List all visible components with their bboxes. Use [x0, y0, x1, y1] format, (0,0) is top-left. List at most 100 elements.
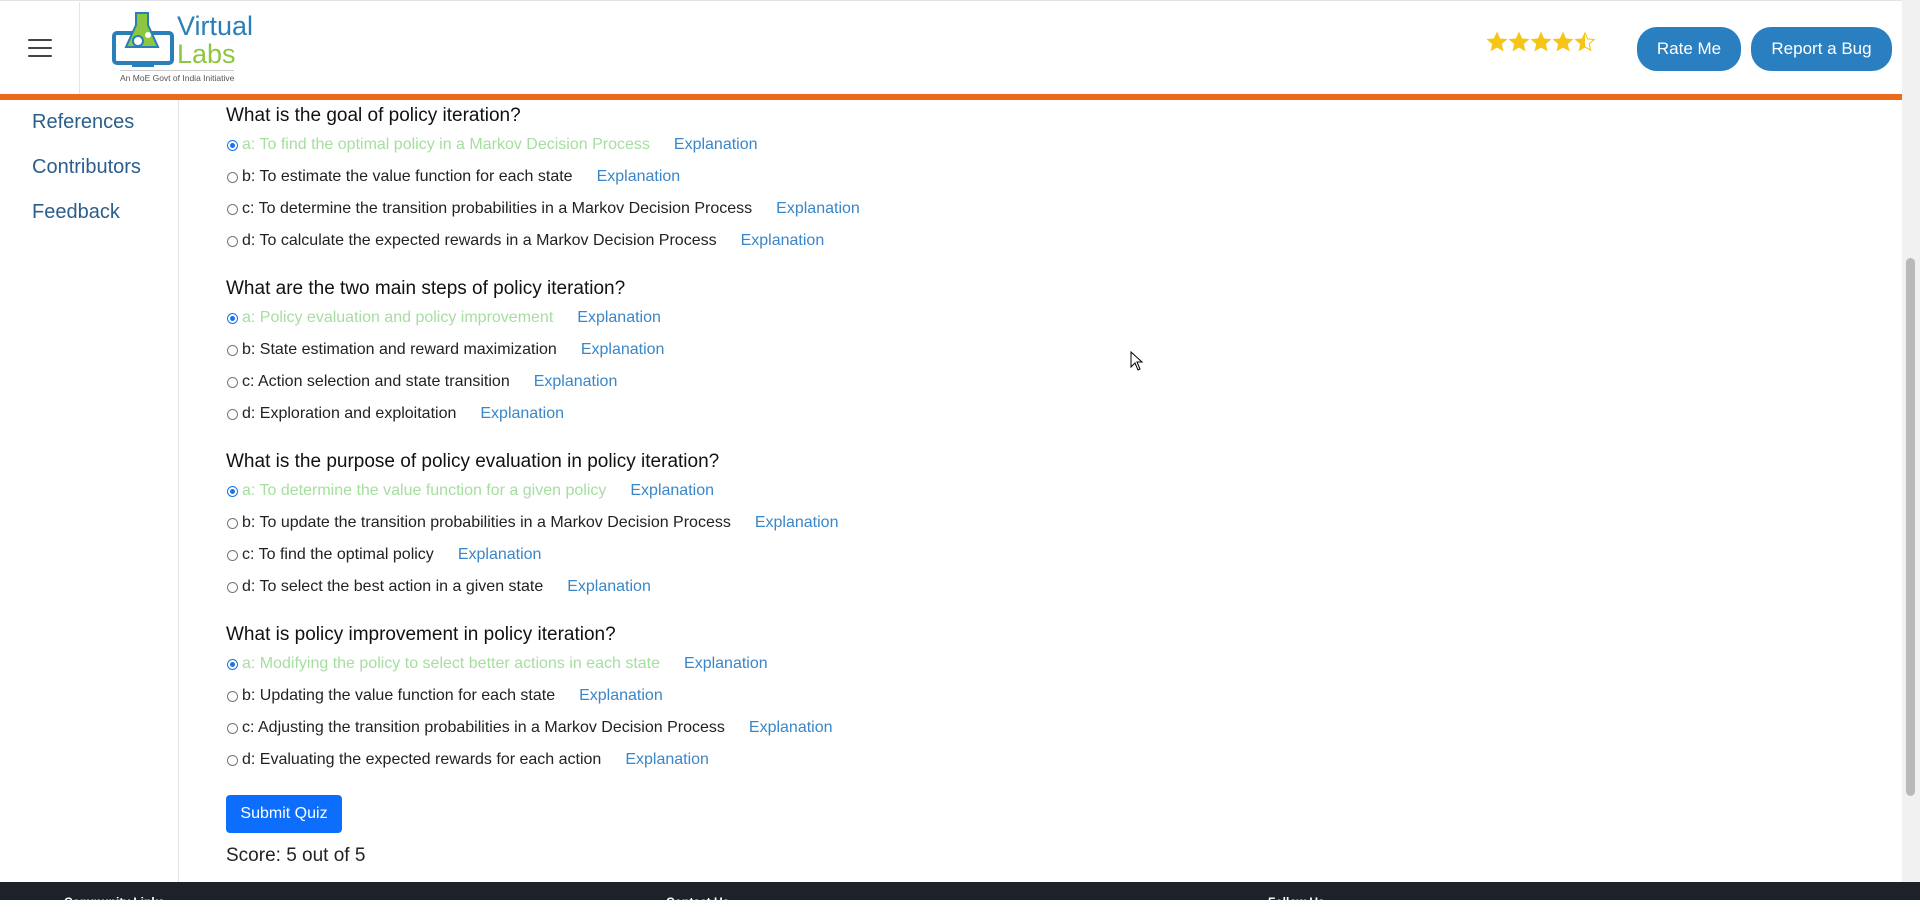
- answer-option: d: To calculate the expected rewards in …: [226, 225, 1626, 257]
- answer-radio[interactable]: [227, 485, 238, 497]
- sidebar-item-references[interactable]: References: [32, 111, 134, 134]
- star-icon[interactable]: [1530, 31, 1552, 53]
- answer-option: b: To estimate the value function for ea…: [226, 161, 1626, 193]
- question-list: What is the goal of policy iteration? a: …: [226, 103, 1626, 776]
- answer-radio[interactable]: [227, 203, 238, 215]
- quiz-question: What is policy improvement in policy ite…: [226, 622, 1626, 776]
- answer-option: a: Policy evaluation and policy improvem…: [226, 302, 1626, 334]
- score-text: Score: 5 out of 5: [226, 845, 366, 866]
- virtual-labs-logo[interactable]: Virtual Labs An MoE Govt of India Initia…: [110, 9, 255, 87]
- star-icon[interactable]: [1574, 31, 1596, 53]
- answer-radio[interactable]: [227, 408, 238, 420]
- explanation-link[interactable]: Explanation: [534, 373, 618, 391]
- answer-radio[interactable]: [227, 722, 238, 734]
- question-text: What is policy improvement in policy ite…: [226, 624, 616, 645]
- answer-radio[interactable]: [227, 235, 238, 247]
- answer-label[interactable]: d: Evaluating the expected rewards for e…: [242, 751, 601, 769]
- explanation-link[interactable]: Explanation: [480, 405, 564, 423]
- answer-option: a: Modifying the policy to select better…: [226, 648, 1626, 680]
- answer-label[interactable]: c: To determine the transition probabili…: [242, 200, 752, 218]
- answer-option: d: Evaluating the expected rewards for e…: [226, 744, 1626, 776]
- header-accent-bar: [0, 94, 1902, 100]
- answer-label[interactable]: c: To find the optimal policy: [242, 546, 434, 564]
- answer-label[interactable]: a: Policy evaluation and policy improvem…: [242, 309, 553, 327]
- sidebar: References Contributors Feedback: [0, 100, 179, 882]
- answer-option: c: Action selection and state transition…: [226, 366, 1626, 398]
- answer-radio[interactable]: [227, 581, 238, 593]
- hamburger-icon: [27, 33, 52, 63]
- explanation-link[interactable]: Explanation: [577, 309, 661, 327]
- answer-label[interactable]: a: Modifying the policy to select better…: [242, 655, 660, 673]
- page-scrollbar[interactable]: [1902, 0, 1920, 882]
- answer-option: a: To find the optimal policy in a Marko…: [226, 129, 1626, 161]
- answer-label[interactable]: b: To update the transition probabilitie…: [242, 514, 731, 532]
- answer-label[interactable]: a: To determine the value function for a…: [242, 482, 606, 500]
- report-bug-button[interactable]: Report a Bug: [1751, 27, 1892, 71]
- sidebar-item-feedback[interactable]: Feedback: [32, 201, 120, 224]
- answer-radio[interactable]: [227, 376, 238, 388]
- answer-radio[interactable]: [227, 754, 238, 766]
- answer-label[interactable]: b: To estimate the value function for ea…: [242, 168, 573, 186]
- explanation-link[interactable]: Explanation: [625, 751, 709, 769]
- logo-line2: Labs: [177, 39, 236, 69]
- rating-stars[interactable]: [1486, 31, 1596, 53]
- answer-label[interactable]: c: Action selection and state transition: [242, 373, 510, 391]
- explanation-link[interactable]: Explanation: [674, 136, 758, 154]
- footer-community-links[interactable]: Community Links: [64, 895, 165, 909]
- answer-label[interactable]: b: State estimation and reward maximizat…: [242, 341, 557, 359]
- explanation-link[interactable]: Explanation: [741, 232, 825, 250]
- explanation-link[interactable]: Explanation: [579, 687, 663, 705]
- answer-option: c: Adjusting the transition probabilitie…: [226, 712, 1626, 744]
- question-text: What is the goal of policy iteration?: [226, 105, 521, 126]
- explanation-link[interactable]: Explanation: [597, 168, 681, 186]
- menu-toggle-button[interactable]: [0, 2, 80, 94]
- answer-option: b: Updating the value function for each …: [226, 680, 1626, 712]
- star-icon[interactable]: [1486, 31, 1508, 53]
- sidebar-item-contributors[interactable]: Contributors: [32, 156, 141, 179]
- logo-line1: Virtual: [177, 11, 254, 41]
- explanation-link[interactable]: Explanation: [630, 482, 714, 500]
- answer-radio[interactable]: [227, 312, 238, 324]
- submit-quiz-button[interactable]: Submit Quiz: [226, 795, 342, 833]
- question-text: What is the purpose of policy evaluation…: [226, 451, 720, 472]
- answer-radio[interactable]: [227, 344, 238, 356]
- star-icon[interactable]: [1552, 31, 1574, 53]
- explanation-link[interactable]: Explanation: [684, 655, 768, 673]
- answer-option: a: To determine the value function for a…: [226, 475, 1626, 507]
- quiz-question: What is the goal of policy iteration? a: …: [226, 103, 1626, 257]
- answer-radio[interactable]: [227, 690, 238, 702]
- answer-label[interactable]: d: Exploration and exploitation: [242, 405, 456, 423]
- quiz-panel: What is the goal of policy iteration? a: …: [226, 103, 1626, 867]
- explanation-link[interactable]: Explanation: [567, 578, 651, 596]
- answer-label[interactable]: a: To find the optimal policy in a Marko…: [242, 136, 650, 154]
- answer-option: b: To update the transition probabilitie…: [226, 507, 1626, 539]
- flask-monitor-icon: [112, 12, 174, 67]
- rate-me-button[interactable]: Rate Me: [1637, 27, 1741, 71]
- answer-radio[interactable]: [227, 139, 238, 151]
- answer-option: c: To determine the transition probabili…: [226, 193, 1626, 225]
- answer-radio[interactable]: [227, 171, 238, 183]
- answer-radio[interactable]: [227, 658, 238, 670]
- logo-text: Virtual Labs: [177, 12, 253, 68]
- scrollbar-thumb[interactable]: [1906, 258, 1915, 796]
- site-header: Virtual Labs An MoE Govt of India Initia…: [0, 0, 1902, 95]
- star-icon[interactable]: [1508, 31, 1530, 53]
- footer-follow-us[interactable]: Follow Us: [1268, 895, 1325, 909]
- explanation-link[interactable]: Explanation: [749, 719, 833, 737]
- answer-option: c: To find the optimal policy Explanation: [226, 539, 1626, 571]
- answer-label[interactable]: d: To select the best action in a given …: [242, 578, 543, 596]
- mouse-cursor-icon: [1130, 351, 1144, 371]
- explanation-link[interactable]: Explanation: [776, 200, 860, 218]
- answer-label[interactable]: b: Updating the value function for each …: [242, 687, 555, 705]
- answer-label[interactable]: d: To calculate the expected rewards in …: [242, 232, 717, 250]
- answer-option: b: State estimation and reward maximizat…: [226, 334, 1626, 366]
- site-footer: Community Links Contact Us Follow Us: [0, 882, 1920, 909]
- explanation-link[interactable]: Explanation: [581, 341, 665, 359]
- quiz-question: What are the two main steps of policy it…: [226, 276, 1626, 430]
- answer-label[interactable]: c: Adjusting the transition probabilitie…: [242, 719, 725, 737]
- answer-radio[interactable]: [227, 517, 238, 529]
- footer-contact-us[interactable]: Contact Us: [666, 895, 729, 909]
- answer-radio[interactable]: [227, 549, 238, 561]
- explanation-link[interactable]: Explanation: [755, 514, 839, 532]
- explanation-link[interactable]: Explanation: [458, 546, 542, 564]
